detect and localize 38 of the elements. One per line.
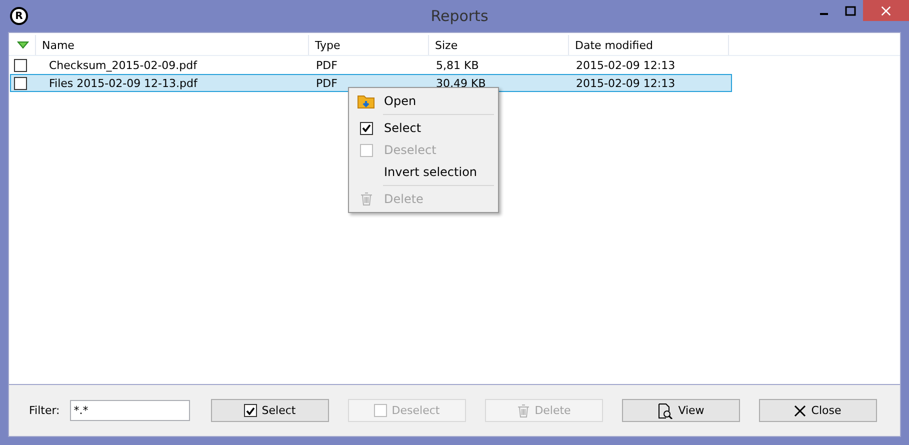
window-title: Reports [430,7,488,25]
action-button[interactable]: View [622,399,740,422]
filter-label: Filter: [29,404,60,417]
action-button[interactable]: Close [758,399,877,422]
magnifier-document-icon [657,402,674,418]
column-header[interactable]: Size [429,35,569,55]
close-button[interactable] [863,0,909,21]
app-logo: R [10,7,28,25]
table-cell-text: 2015-02-09 12:13 [575,76,676,91]
table-cell-text: 2015-02-09 12:13 [575,58,676,73]
checkbox[interactable] [244,404,257,417]
trash-icon [360,192,372,206]
filter-field[interactable]: *.* [70,400,190,421]
table-cell-text: 5,81 KB [435,58,480,73]
menu-item[interactable]: Invert selection [351,161,496,183]
column-header[interactable]: Name [36,35,309,55]
sort-triangle-icon[interactable] [17,41,29,49]
checkbox[interactable] [14,76,27,90]
maximize-icon [844,6,856,16]
table-cell-text: Files 2015-02-09 12-13.pdf [48,76,199,91]
menu-item[interactable]: Select [351,117,496,139]
checkbox[interactable] [360,122,372,134]
column-header[interactable]: Type [309,35,429,55]
table-cell-text: 30,49 KB [435,76,487,91]
close-icon [881,6,891,16]
close-icon [794,404,806,416]
table-cell-text: PDF [315,58,338,73]
folder-icon [357,94,375,108]
action-button[interactable]: Select [210,399,329,422]
column-header[interactable]: Date modified [569,35,729,55]
minimize-icon [820,12,828,14]
file-row[interactable]: Checksum_2015-02-09.pdf PDF 5,81 KB 2015-02-09 12:13 [10,56,732,74]
trash-icon [516,404,530,418]
checkbox[interactable] [14,58,27,72]
table-cell-text: Checksum_2015-02-09.pdf [48,58,198,73]
table-cell-text: PDF [315,76,338,91]
file-row[interactable]: Files 2015-02-09 12-13.pdf PDF 30,49 KB 2015-02-09 12:13 [10,74,732,92]
menu-item[interactable]: Open [351,90,496,112]
